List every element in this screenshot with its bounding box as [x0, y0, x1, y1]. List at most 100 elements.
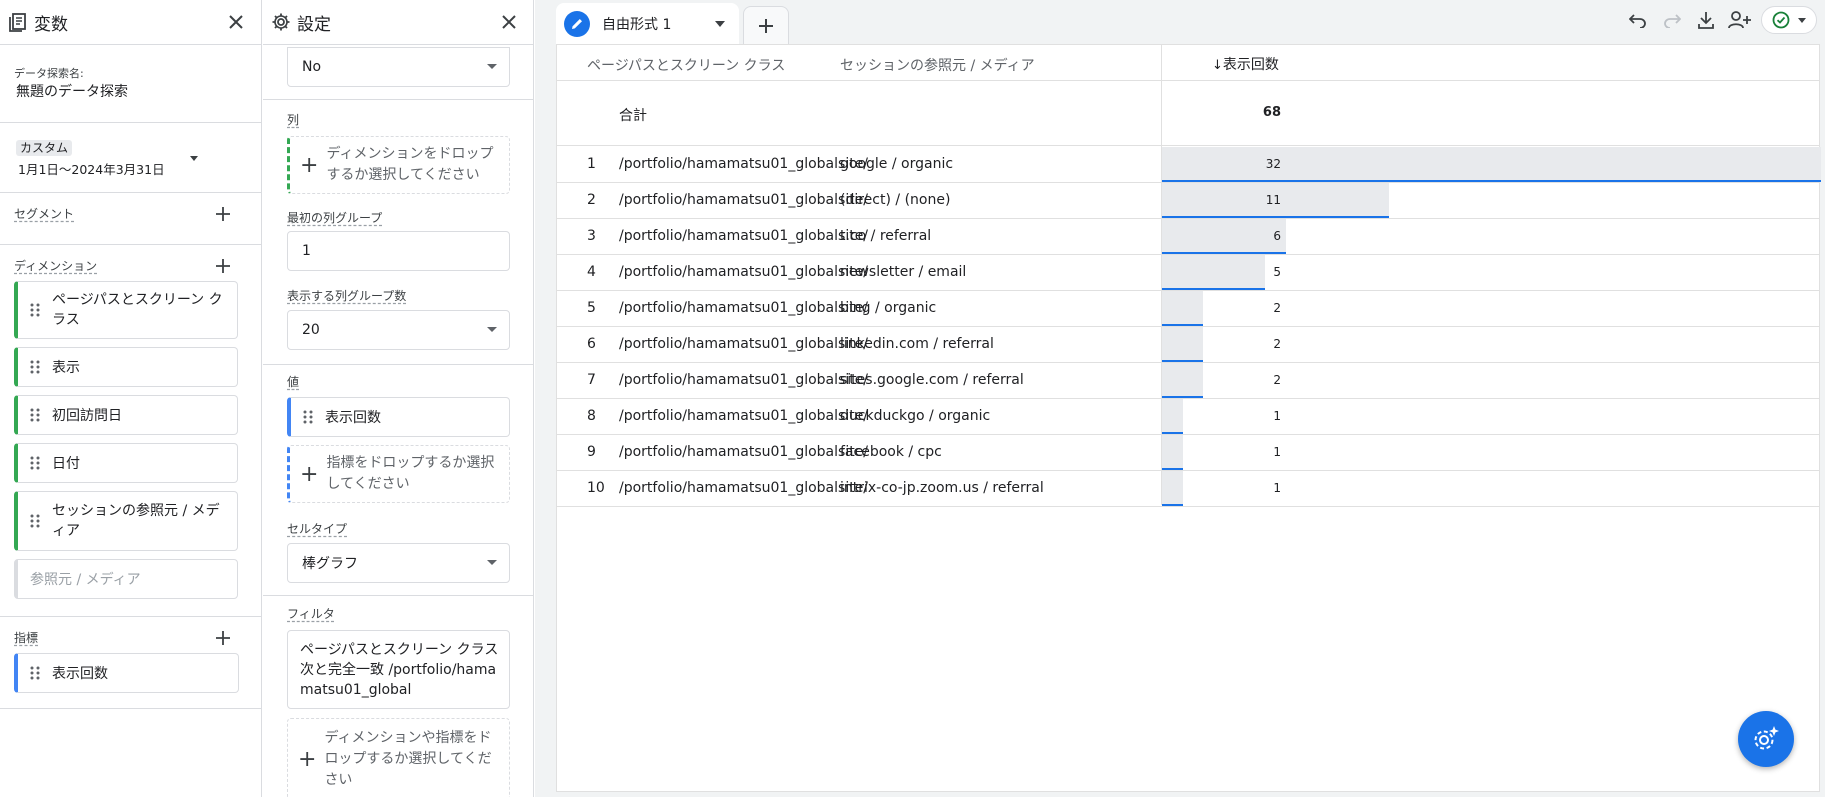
filter-drop-text: ディメンションや指標をドロップするか選択してください	[324, 729, 492, 788]
close-icon[interactable]	[496, 9, 522, 35]
table-row[interactable]: 2/portfolio/hamamatsu01_globalsite/(dire…	[557, 183, 1819, 219]
download-icon	[1698, 12, 1714, 29]
add-dimension-icon[interactable]	[210, 253, 236, 279]
dimensions-label: ディメンション	[14, 259, 98, 273]
segments-section: セグメント	[0, 193, 261, 245]
cell-type-value: 棒グラフ	[302, 556, 358, 572]
add-metric-icon[interactable]	[210, 625, 236, 651]
top-select[interactable]: No	[287, 47, 510, 87]
dimension-chip[interactable]: 日付	[14, 443, 238, 483]
row-session-source: bing / organic	[840, 300, 937, 316]
row-index: 3	[587, 228, 596, 244]
drag-handle-icon[interactable]	[30, 666, 40, 680]
value-chip[interactable]: 表示回数	[287, 397, 510, 437]
first-group-input[interactable]: 1	[287, 231, 510, 271]
values-label: 値	[287, 375, 300, 389]
row-index: 4	[587, 264, 596, 280]
variables-icon	[9, 13, 26, 32]
dimension-placeholder: 参照元 / メディア	[30, 572, 141, 588]
exploration-name-section: データ探索名: 無題のデータ探索	[0, 45, 261, 123]
row-index: 1	[587, 156, 596, 172]
exploration-canvas: 自由形式 1 ページパスとスクリーン クラス セッションの参照元 / メディア …	[535, 0, 1825, 797]
segments-label: セグメント	[14, 207, 75, 221]
tab-freeform[interactable]: 自由形式 1	[556, 3, 739, 45]
save-status-button[interactable]	[1761, 6, 1817, 34]
download-button[interactable]	[1689, 6, 1723, 34]
variables-header: 変数	[0, 0, 261, 45]
drag-handle-icon[interactable]	[30, 360, 40, 374]
metric-chip[interactable]: 表示回数	[14, 653, 239, 693]
table-row[interactable]: 1/portfolio/hamamatsu01_globalsite/googl…	[557, 147, 1821, 183]
value-bar	[1162, 291, 1203, 326]
table-row[interactable]: 9/portfolio/hamamatsu01_globalsite/faceb…	[557, 435, 1819, 471]
dimension-chip[interactable]: 表示	[14, 347, 238, 387]
gear-icon	[272, 13, 290, 31]
total-label: 合計	[619, 108, 647, 124]
table-row[interactable]: 3/portfolio/hamamatsu01_globalsite/t.co …	[557, 219, 1819, 255]
drag-handle-icon[interactable]	[30, 303, 40, 317]
divider	[263, 595, 533, 596]
columns-drop-zone[interactable]: + ディメンションをドロップするか選択してください	[287, 136, 510, 194]
table-row[interactable]: 4/portfolio/hamamatsu01_globalsite/newsl…	[557, 255, 1819, 291]
value-bar	[1162, 435, 1183, 470]
chevron-down-icon[interactable]	[715, 21, 725, 27]
header-metric-label: 表示回数	[1222, 57, 1279, 73]
table-row[interactable]: 10/portfolio/hamamatsu01_globalsite/intr…	[557, 471, 1819, 507]
tab-bar: 自由形式 1	[535, 0, 1825, 45]
first-group-label: 最初の列グループ	[287, 211, 383, 225]
group-count-select[interactable]: 20	[287, 310, 510, 350]
cell-type-select[interactable]: 棒グラフ	[287, 543, 510, 583]
row-session-source: google / organic	[840, 156, 954, 172]
row-page-path: /portfolio/hamamatsu01_globalsite/	[619, 444, 869, 460]
dimension-label: 表示	[52, 360, 80, 376]
dimension-chip[interactable]: ページパスとスクリーン クラス	[14, 281, 238, 339]
header-session-source[interactable]: セッションの参照元 / メディア	[840, 55, 1035, 75]
share-button[interactable]	[1723, 6, 1757, 34]
filter-condition[interactable]: ページパスとスクリーン クラス 次と完全一致 /portfolio/hamama…	[287, 630, 510, 709]
drag-handle-icon[interactable]	[30, 514, 40, 528]
exploration-name[interactable]: 無題のデータ探索	[16, 81, 128, 101]
dimension-chip[interactable]: セッションの参照元 / メディア	[14, 491, 238, 551]
close-icon[interactable]	[223, 9, 249, 35]
drag-handle-icon[interactable]	[30, 456, 40, 470]
redo-button[interactable]	[1655, 6, 1689, 34]
dimension-chip[interactable]: 初回訪問日	[14, 395, 238, 435]
table-row[interactable]: 6/portfolio/hamamatsu01_globalsite/linke…	[557, 327, 1819, 363]
header-page-path[interactable]: ページパスとスクリーン クラス	[587, 55, 785, 75]
value-bar	[1162, 399, 1183, 434]
date-range-section[interactable]: カスタム 1月1日～2024年3月31日	[0, 123, 261, 193]
drag-handle-icon[interactable]	[303, 410, 313, 424]
filter-drop-zone[interactable]: + ディメンションや指標をドロップするか選択してください	[287, 718, 510, 797]
date-dropdown-icon[interactable]	[190, 156, 198, 161]
insights-gear-icon	[1754, 726, 1779, 750]
add-tab-button[interactable]	[743, 6, 789, 44]
drag-handle-icon[interactable]	[30, 408, 40, 422]
variables-title: 変数	[34, 14, 68, 35]
row-value: 11	[1265, 193, 1281, 207]
undo-button[interactable]	[1621, 6, 1655, 34]
row-value: 5	[1273, 265, 1281, 279]
header-metric[interactable]: ↓表示回数	[1212, 54, 1279, 74]
table-row[interactable]: 8/portfolio/hamamatsu01_globalsite/duckd…	[557, 399, 1819, 435]
add-segment-icon[interactable]	[210, 201, 236, 227]
row-session-source: intrix-co-jp.zoom.us / referral	[840, 480, 1044, 496]
row-page-path: /portfolio/hamamatsu01_globalsite/	[619, 336, 869, 352]
row-value: 32	[1265, 157, 1281, 171]
plus-icon: +	[300, 152, 319, 178]
columns-label: 列	[287, 113, 300, 127]
cell-type-label: セルタイプ	[287, 522, 348, 536]
row-index: 6	[587, 336, 596, 352]
value-chip-label: 表示回数	[325, 410, 381, 426]
table-row[interactable]: 7/portfolio/hamamatsu01_globalsite/sites…	[557, 363, 1819, 399]
row-session-source: sites.google.com / referral	[840, 372, 1024, 388]
group-count-label: 表示する列グループ数	[287, 289, 407, 303]
dimension-label: ページパスとスクリーン クラス	[52, 292, 223, 328]
row-index: 7	[587, 372, 596, 388]
insights-button[interactable]	[1738, 711, 1794, 767]
dimension-placeholder-chip[interactable]: 参照元 / メディア	[14, 559, 238, 599]
dimension-label: セッションの参照元 / メディア	[52, 503, 220, 539]
values-drop-zone[interactable]: + 指標をドロップするか選択してください	[287, 445, 510, 503]
table-row[interactable]: 5/portfolio/hamamatsu01_globalsite/bing …	[557, 291, 1819, 327]
row-session-source: facebook / cpc	[840, 444, 942, 460]
first-group-value: 1	[302, 243, 311, 259]
